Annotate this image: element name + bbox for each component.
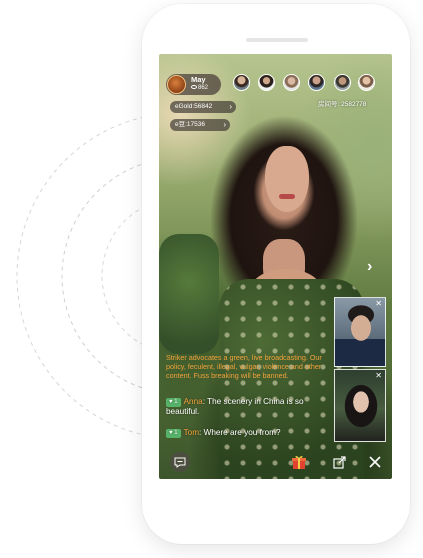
close-icon — [369, 456, 381, 468]
host-avatar[interactable] — [167, 75, 186, 94]
level-badge: ♥ 1 — [166, 429, 181, 438]
bean-balance-pill[interactable]: e豆:17536 › — [170, 119, 230, 131]
chat-username[interactable]: Tom — [184, 428, 199, 437]
next-room-chevron-icon[interactable]: › — [367, 259, 379, 275]
gold-balance-label: eGold:56842 — [175, 103, 213, 110]
video-figure-lips — [279, 194, 295, 199]
host-view-count: 862 — [191, 85, 208, 91]
chat-button[interactable] — [170, 452, 190, 472]
phone-speaker — [246, 38, 308, 42]
host-views-value: 862 — [198, 85, 209, 91]
viewer-avatar[interactable] — [258, 74, 275, 91]
gift-icon — [292, 455, 306, 469]
system-notice: Striker advocates a green, live broadcas… — [166, 353, 322, 380]
share-icon — [332, 455, 346, 469]
chat-bubble-icon — [174, 457, 186, 468]
room-id: 房间号: 2582778 — [318, 101, 367, 108]
chat-message: ♥ 1 Anna: The scenery in China is so beau… — [166, 397, 304, 416]
cohost-video-2[interactable]: ✕ — [334, 369, 386, 442]
viewer-avatar[interactable] — [308, 74, 325, 91]
gift-button[interactable] — [290, 452, 308, 472]
chevron-right-icon: › — [223, 120, 226, 129]
chat-message: ♥ 1 Tom: Where are you from? — [166, 428, 316, 438]
chevron-right-icon: › — [229, 102, 232, 111]
host-name: May — [191, 75, 206, 84]
close-icon[interactable]: ✕ — [375, 299, 382, 308]
video-figure-sleeve — [159, 234, 219, 354]
video-figure-face — [265, 146, 309, 212]
viewer-avatar[interactable] — [334, 74, 351, 91]
viewer-avatar[interactable] — [358, 74, 375, 91]
chat-username[interactable]: Anna — [184, 397, 203, 406]
viewer-avatar[interactable] — [233, 74, 250, 91]
gold-balance-pill[interactable]: eGold:56842 › — [170, 101, 236, 113]
bean-balance-label: e豆:17536 — [175, 121, 205, 128]
close-room-button[interactable] — [366, 452, 384, 472]
chat-text: Where are you from? — [203, 428, 281, 437]
level-badge: ♥ 1 — [166, 398, 181, 407]
cohost-video-1[interactable]: ✕ — [334, 297, 386, 367]
eye-icon — [191, 85, 197, 90]
close-icon[interactable]: ✕ — [375, 371, 382, 380]
share-button[interactable] — [330, 452, 348, 472]
viewer-avatar[interactable] — [283, 74, 300, 91]
